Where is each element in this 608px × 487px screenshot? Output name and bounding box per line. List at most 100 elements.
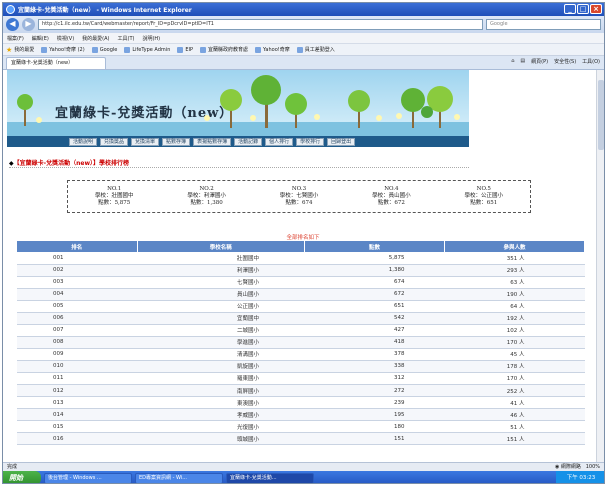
table-row: 001 壯圍國中 5,875 351 人: [17, 252, 585, 265]
cell-points: 338: [304, 360, 445, 373]
cell-rank: 002: [17, 264, 137, 277]
taskbar-item-active[interactable]: 宜蘭綠卡-兌獎活動...: [226, 472, 314, 483]
fav-item[interactable]: Google: [91, 46, 117, 53]
nav-item[interactable]: 活動記錄: [234, 137, 263, 146]
zone-label: 網際網路: [560, 464, 581, 470]
cell-school: 南屏國小: [137, 384, 305, 398]
header-rank: 排名: [17, 241, 138, 252]
cell-school: 二城國小: [137, 324, 305, 337]
url-field[interactable]: http://c1.ilc.edu.tw/Card/webmaster/repo…: [38, 19, 483, 30]
nav-item[interactable]: 兑換獎品: [100, 137, 129, 146]
menu-favorites[interactable]: 我的最愛(A): [82, 35, 109, 42]
divider: [9, 167, 469, 168]
table-row: 012 南屏國小 272 252 人: [17, 384, 585, 398]
cell-school: 員山國小: [137, 288, 305, 301]
window-title: 宜蘭綠卡-兌獎活動（new） - Windows Internet Explor…: [18, 7, 192, 14]
star-icon: ★: [6, 45, 13, 54]
cell-rank: 007: [17, 324, 137, 337]
tab-active[interactable]: 宜蘭綠卡-兌獎活動（new）: [6, 57, 106, 69]
vertical-scrollbar[interactable]: [596, 70, 604, 462]
cell-points: 418: [304, 336, 445, 349]
cell-points: 151: [304, 432, 445, 446]
fav-item[interactable]: LifeType Admin: [124, 46, 170, 53]
home-icon[interactable]: ⌂: [511, 58, 514, 65]
table-row: 009 清溝國小 378 45 人: [17, 348, 585, 361]
header-school: 學校名稱: [137, 241, 305, 252]
cell-participants: 192 人: [444, 312, 585, 325]
cell-points: 195: [304, 408, 445, 422]
cell-school: 羅東國小: [137, 372, 305, 386]
tools-menu[interactable]: 工具(O): [582, 58, 600, 65]
top5-points: 點數：674: [285, 200, 313, 206]
status-text: 完成: [7, 464, 18, 470]
fav-item[interactable]: 員工差勤登入: [296, 46, 335, 53]
back-button[interactable]: ◀: [6, 18, 19, 31]
cell-participants: 41 人: [444, 396, 585, 410]
page-icon: [200, 46, 207, 53]
cell-participants: 45 人: [444, 348, 585, 361]
cell-participants: 293 人: [444, 264, 585, 277]
fav-item[interactable]: 宜蘭縣政府教育處: [200, 46, 248, 53]
safety-menu[interactable]: 安全性(S): [554, 58, 576, 65]
menu-tools[interactable]: 工具(T): [118, 35, 135, 42]
minimize-button[interactable]: _: [564, 4, 576, 14]
print-icon[interactable]: ▤: [520, 58, 525, 65]
page-content: 宜蘭綠卡-兌獎活動（new） 活動說明 兑換獎品 兌換清單 點數存簿 表揚點數存…: [3, 70, 597, 462]
top5-school: 學校：員山國小: [372, 193, 411, 199]
menu-edit[interactable]: 編輯(E): [32, 35, 49, 42]
menu-help[interactable]: 說明(H): [142, 35, 160, 42]
cell-school: 壯圍國中: [137, 252, 305, 265]
fav-item[interactable]: Yahoo!奇摩: [255, 46, 290, 53]
cell-points: 312: [304, 372, 445, 386]
taskbar: 開始 後台管理 - Windows ... ED專案資訊網 - Wi... 宜蘭…: [3, 471, 604, 483]
cell-rank: 004: [17, 288, 137, 301]
top5-school: 學校：公正國小: [464, 193, 504, 199]
top5-item: NO.5 學校：公正國小 點數：651: [465, 186, 504, 207]
status-bar: 完成 ◉ 網際網路 100%: [3, 462, 604, 471]
cell-school: 孝威國小: [137, 408, 305, 422]
menu-view[interactable]: 檢視(V): [57, 35, 74, 42]
fav-item[interactable]: Yahoo!奇摩 (2): [41, 46, 85, 53]
nav-item[interactable]: 個人排行: [265, 137, 294, 146]
menu-file[interactable]: 檔案(F): [7, 35, 24, 42]
table-row: 015 光復國小 180 51 人: [17, 420, 585, 434]
cell-school: 公正國小: [137, 300, 305, 313]
cell-rank: 008: [17, 336, 137, 349]
nav-item[interactable]: 回歸登出: [327, 137, 356, 146]
search-input[interactable]: Google: [486, 19, 601, 30]
table-row: 016 頭城國小 151 151 人: [17, 432, 585, 446]
top5-rank: NO.5: [476, 186, 491, 192]
nav-item[interactable]: 活動說明: [69, 137, 98, 146]
top5-points: 點數：1,380: [190, 200, 223, 206]
scroll-thumb[interactable]: [598, 80, 604, 150]
table-row: 004 員山國小 672 190 人: [17, 288, 585, 301]
forward-button[interactable]: ▶: [22, 18, 35, 31]
header-participants: 參與人數: [444, 241, 585, 252]
top5-points: 點數：651: [470, 200, 498, 206]
top5-item: NO.4 學校：員山國小 點數：672: [372, 186, 411, 207]
favorites-button[interactable]: ★ 我的最愛: [6, 46, 34, 54]
nav-item[interactable]: 兌換清單: [131, 137, 160, 146]
fav-item[interactable]: EIP: [177, 46, 193, 53]
cell-points: 1,380: [304, 264, 445, 277]
taskbar-item[interactable]: 後台管理 - Windows ...: [44, 472, 132, 483]
cell-school: 清溝國小: [137, 348, 305, 361]
header-points: 點數: [304, 241, 445, 252]
cell-participants: 351 人: [444, 252, 585, 265]
cell-points: 672: [304, 288, 445, 301]
zoom-level[interactable]: 100%: [586, 464, 600, 470]
close-button[interactable]: ×: [590, 4, 602, 14]
start-button[interactable]: 開始: [3, 471, 41, 483]
system-clock: 下午 03:23: [556, 471, 604, 483]
nav-item[interactable]: 學校排行: [296, 137, 325, 146]
maximize-button[interactable]: □: [577, 4, 589, 14]
cell-school: 學進國小: [137, 336, 305, 349]
page-icon: [41, 46, 48, 53]
cell-participants: 63 人: [444, 276, 585, 289]
page-menu[interactable]: 網頁(P): [531, 58, 548, 65]
top5-points: 點數：5,875: [98, 200, 131, 206]
nav-item[interactable]: 點數存簿: [162, 137, 191, 146]
taskbar-item[interactable]: ED專案資訊網 - Wi...: [135, 472, 223, 483]
fav-label: Yahoo!奇摩: [263, 47, 290, 53]
nav-item[interactable]: 表揚點數存簿: [193, 137, 232, 146]
